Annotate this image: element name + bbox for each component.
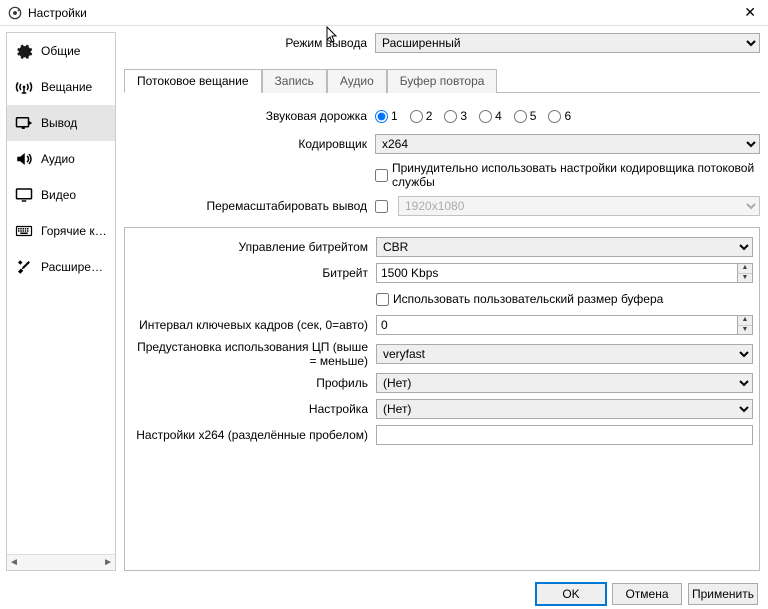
track-5-radio[interactable] (514, 110, 527, 123)
sidebar-item-hotkeys[interactable]: Горячие клави... (7, 213, 115, 249)
sidebar-item-label: Вещание (41, 80, 92, 94)
bitrate-spin[interactable]: ▲▼ (737, 263, 753, 283)
rate-control-select[interactable]: CBR (376, 237, 753, 257)
sidebar-item-stream[interactable]: Вещание (7, 69, 115, 105)
preset-select[interactable]: veryfast (376, 344, 753, 364)
sidebar-item-label: Вывод (41, 116, 77, 130)
tools-icon (13, 257, 35, 277)
track-6-radio[interactable] (548, 110, 561, 123)
output-icon (13, 113, 35, 133)
gear-icon (13, 41, 35, 61)
sidebar-item-label: Видео (41, 188, 76, 202)
apply-button[interactable]: Применить (688, 583, 758, 605)
antenna-icon (13, 77, 35, 97)
sidebar-item-label: Расширенные (41, 260, 109, 274)
enforce-label: Принудительно использовать настройки код… (392, 161, 760, 189)
sidebar-item-label: Общие (41, 44, 80, 58)
dialog-footer: OK Отмена Применить (0, 577, 768, 609)
sidebar-item-label: Горячие клави... (41, 224, 109, 238)
tune-select[interactable]: (Нет) (376, 399, 753, 419)
tab-audio[interactable]: Аудио (327, 69, 387, 93)
sidebar-item-output[interactable]: Вывод (7, 105, 115, 141)
rescale-select: 1920x1080 (398, 196, 760, 216)
rescale-label: Перемасштабировать вывод (124, 199, 369, 213)
x264opts-label: Настройки x264 (разделённые пробелом) (131, 428, 370, 442)
audio-track-group: 1 2 3 4 5 6 (375, 109, 760, 123)
cancel-button[interactable]: Отмена (612, 583, 682, 605)
sidebar: Общие Вещание Вывод Аудио (6, 32, 116, 571)
keyframe-spin[interactable]: ▲▼ (737, 315, 753, 335)
monitor-icon (13, 185, 35, 205)
scroll-left-icon[interactable]: ◄ (9, 557, 19, 568)
custom-buffer-checkbox[interactable] (376, 293, 389, 306)
tab-streaming[interactable]: Потоковое вещание (124, 69, 262, 93)
bitrate-input[interactable] (376, 263, 737, 283)
title-bar: Настройки ✕ (0, 0, 768, 26)
sidebar-item-label: Аудио (41, 152, 75, 166)
sidebar-item-video[interactable]: Видео (7, 177, 115, 213)
tab-replay[interactable]: Буфер повтора (387, 69, 498, 93)
enforce-checkbox[interactable] (375, 169, 388, 182)
output-tabs: Потоковое вещание Запись Аудио Буфер пов… (124, 68, 760, 93)
track-3-radio[interactable] (444, 110, 457, 123)
content-area: Режим вывода Расширенный Потоковое вещан… (116, 26, 768, 577)
x264opts-input[interactable] (376, 425, 753, 445)
track-1-radio[interactable] (375, 110, 388, 123)
app-icon (8, 6, 22, 20)
preset-label: Предустановка использования ЦП (выше = м… (131, 340, 370, 368)
sidebar-scrollbar[interactable]: ◄ ► (7, 554, 115, 570)
output-mode-label: Режим вывода (124, 36, 369, 50)
sidebar-item-advanced[interactable]: Расширенные (7, 249, 115, 285)
encoder-label: Кодировщик (124, 137, 369, 151)
track-2-radio[interactable] (410, 110, 423, 123)
speaker-icon (13, 149, 35, 169)
audio-track-label: Звуковая дорожка (124, 109, 369, 123)
rescale-checkbox[interactable] (375, 200, 388, 213)
keyframe-input[interactable] (376, 315, 737, 335)
keyboard-icon (13, 221, 35, 241)
track-4-radio[interactable] (479, 110, 492, 123)
ok-button[interactable]: OK (536, 583, 606, 605)
encoder-select[interactable]: x264 (375, 134, 760, 154)
bitrate-label: Битрейт (131, 266, 370, 280)
tune-label: Настройка (131, 402, 370, 416)
sidebar-item-audio[interactable]: Аудио (7, 141, 115, 177)
profile-select[interactable]: (Нет) (376, 373, 753, 393)
sidebar-item-general[interactable]: Общие (7, 33, 115, 69)
keyframe-label: Интервал ключевых кадров (сек, 0=авто) (131, 318, 370, 332)
rate-control-label: Управление битрейтом (131, 240, 370, 254)
tab-recording[interactable]: Запись (262, 69, 327, 93)
output-mode-select[interactable]: Расширенный (375, 33, 760, 53)
close-icon[interactable]: ✕ (740, 4, 760, 21)
encoder-settings-panel: Управление битрейтом CBR Битрейт ▲▼ Испо… (124, 227, 760, 571)
scroll-right-icon[interactable]: ► (103, 557, 113, 568)
window-title: Настройки (28, 6, 740, 20)
profile-label: Профиль (131, 376, 370, 390)
custom-buffer-label: Использовать пользовательский размер буф… (393, 292, 663, 306)
